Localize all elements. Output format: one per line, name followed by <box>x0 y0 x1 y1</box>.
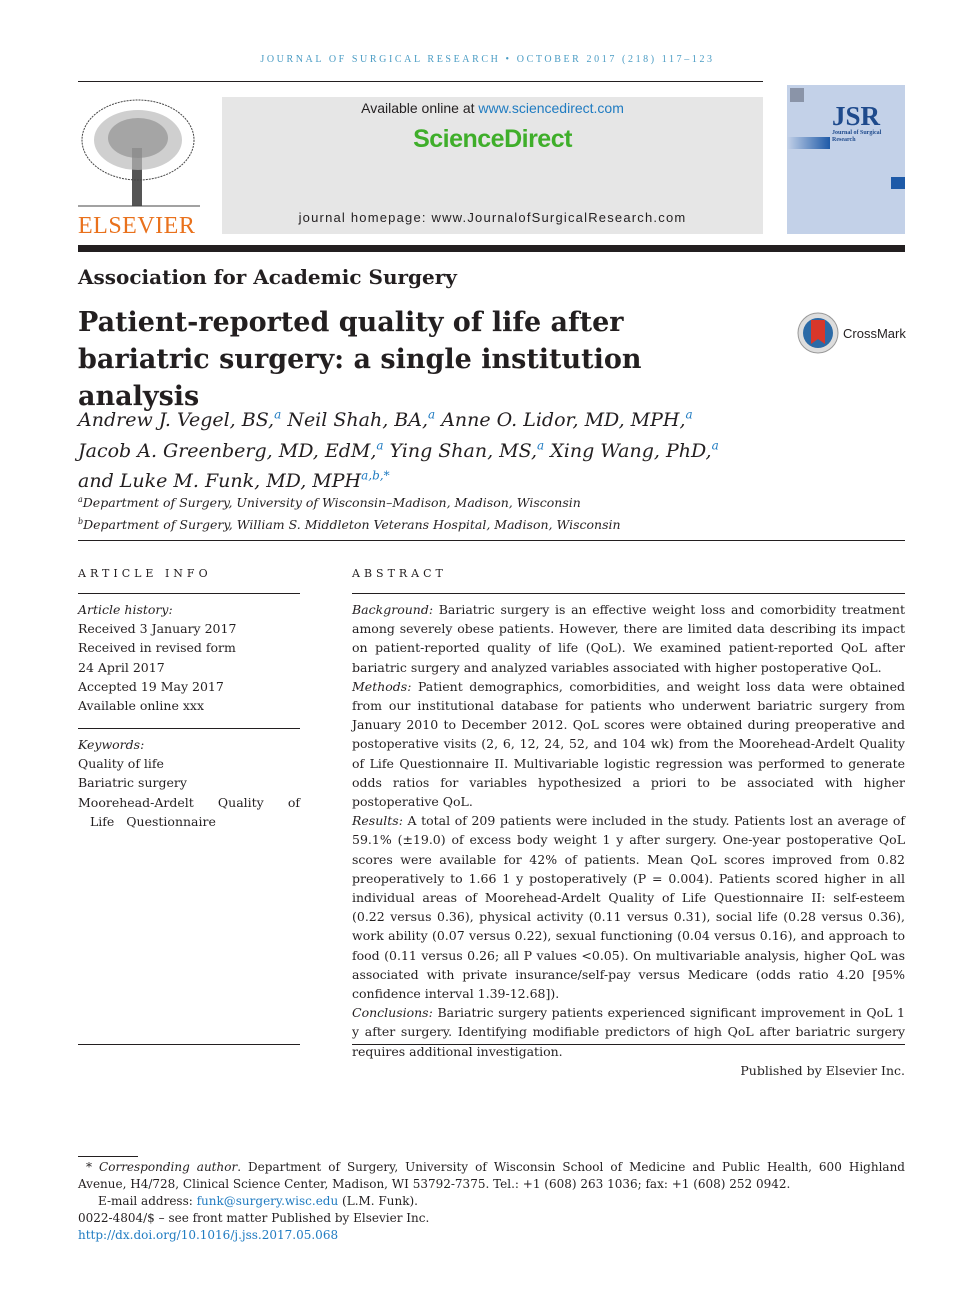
keywords-label: Keywords: <box>78 737 145 752</box>
footnotes: * Corresponding author. Department of Su… <box>78 1159 905 1244</box>
cover-jsr-logo: JSR Journal of Surgical Research <box>832 101 882 144</box>
affiliations: aDepartment of Surgery, University of Wi… <box>78 490 621 534</box>
keyword: Bariatric surgery <box>78 775 187 791</box>
keyword: Moorehead-Ardelt Quality of Life Questio… <box>78 794 300 829</box>
email-link[interactable]: funk@surgery.wisc.edu <box>197 1194 339 1208</box>
abstract-background: Background: Bariatric surgery is an effe… <box>352 602 905 675</box>
elsevier-wordmark: ELSEVIER <box>78 213 196 239</box>
article-title: Patient-reported quality of life after b… <box>78 307 642 412</box>
divider <box>78 728 300 729</box>
article-page: JOURNAL OF SURGICAL RESEARCH • OCTOBER 2… <box>0 0 975 1305</box>
corresponding-author-note: * Corresponding author. Department of Su… <box>78 1160 905 1191</box>
divider <box>78 1044 300 1045</box>
journal-homepage[interactable]: journal homepage: www.JournalofSurgicalR… <box>222 210 763 225</box>
divider <box>78 593 300 594</box>
sciencedirect-banner: Available online at www.sciencedirect.co… <box>222 97 763 234</box>
author[interactable]: and Luke M. Funk, MD, MPHa,b,* <box>78 469 390 492</box>
email-note: E-mail address: funk@surgery.wisc.edu (L… <box>98 1194 418 1208</box>
abstract-methods: Methods: Patient demographics, comorbidi… <box>352 678 905 810</box>
footnote-rule <box>78 1156 138 1157</box>
elsevier-tree-icon <box>78 99 200 207</box>
available-online-label: Available online at <box>361 100 479 116</box>
author[interactable]: Xing Wang, PhD,a <box>550 438 719 461</box>
affiliation: bDepartment of Surgery, William S. Middl… <box>78 517 621 533</box>
society-name: Association for Academic Surgery <box>78 265 457 289</box>
banner-thick-rule <box>78 245 905 252</box>
abstract-heading: ABSTRACT <box>352 567 447 580</box>
crossmark-label: CrossMark <box>843 325 906 341</box>
cover-elsevier-icon <box>790 88 804 102</box>
history-item: Received 3 January 2017 <box>78 621 237 637</box>
history-item: 24 April 2017 <box>78 659 165 675</box>
author[interactable]: Neil Shah, BA,a <box>287 408 435 431</box>
doi-link[interactable]: http://dx.doi.org/10.1016/j.jss.2017.05.… <box>78 1228 338 1242</box>
keywords: Keywords: Quality of life Bariatric surg… <box>78 735 300 831</box>
abstract-body: Background: Bariatric surgery is an effe… <box>352 600 905 1080</box>
divider <box>352 593 905 594</box>
journal-running-header: JOURNAL OF SURGICAL RESEARCH • OCTOBER 2… <box>260 54 715 65</box>
history-item: Accepted 19 May 2017 <box>78 678 224 694</box>
issn-note: 0022-4804/$ – see front matter Published… <box>78 1211 430 1225</box>
sciencedirect-logo: ScienceDirect <box>413 125 572 153</box>
available-online: Available online at www.sciencedirect.co… <box>222 100 763 116</box>
article-info-heading: ARTICLE INFO <box>78 567 212 580</box>
published-by: Published by Elsevier Inc. <box>740 1062 905 1078</box>
abstract-conclusions: Conclusions: Bariatric surgery patients … <box>352 1005 905 1059</box>
header-rule <box>78 81 763 82</box>
divider <box>352 1044 905 1045</box>
cover-bar <box>891 177 905 189</box>
elsevier-logo: ELSEVIER <box>78 98 200 239</box>
cover-bar <box>787 137 830 149</box>
keyword: Quality of life <box>78 756 164 772</box>
article-history: Article history: Received 3 January 2017… <box>78 600 300 715</box>
author[interactable]: Ying Shan, MS,a <box>390 438 545 461</box>
author[interactable]: Andrew J. Vegel, BS,a <box>78 408 281 431</box>
abstract-results: Results: A total of 209 patients were in… <box>352 813 905 1002</box>
affiliation: aDepartment of Surgery, University of Wi… <box>78 495 581 511</box>
journal-cover: JSR Journal of Surgical Research <box>787 85 905 234</box>
history-item: Received in revised form <box>78 640 236 656</box>
author[interactable]: Anne O. Lidor, MD, MPH,a <box>441 408 692 431</box>
crossmark-icon <box>797 312 839 354</box>
author[interactable]: Jacob A. Greenberg, MD, EdM,a <box>78 438 384 461</box>
sciencedirect-link[interactable]: www.sciencedirect.com <box>478 100 624 116</box>
history-item: Available online xxx <box>78 698 204 714</box>
author-list: Andrew J. Vegel, BS,a Neil Shah, BA,a An… <box>78 403 778 494</box>
history-label: Article history: <box>78 602 173 617</box>
crossmark-button[interactable]: CrossMark <box>797 312 906 354</box>
divider <box>78 540 905 541</box>
